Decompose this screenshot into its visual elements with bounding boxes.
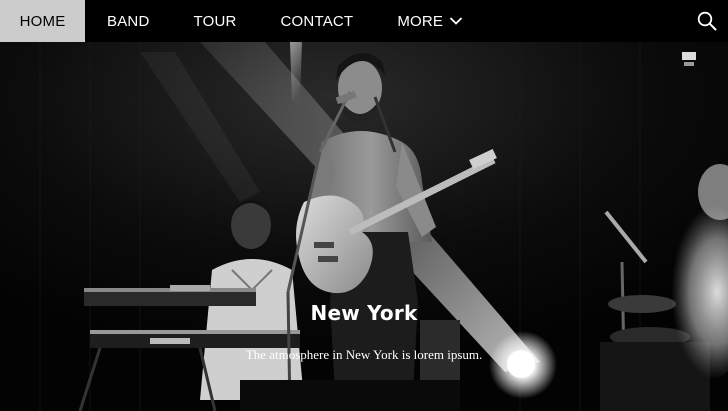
nav-band[interactable]: BAND (85, 0, 171, 42)
nav-more-dropdown[interactable]: MORE (375, 0, 485, 42)
chevron-down-icon (449, 17, 463, 25)
hero-caption: The atmosphere in New York is lorem ipsu… (245, 347, 483, 362)
hero-image: New York The atmosphere in New York is l… (0, 42, 728, 411)
nav-home[interactable]: HOME (0, 0, 85, 42)
hero-title: New York (310, 301, 418, 325)
nav-tour[interactable]: TOUR (171, 0, 258, 42)
search-button[interactable] (686, 0, 728, 42)
search-icon (697, 11, 717, 31)
nav-more-label: MORE (397, 12, 444, 30)
top-navigation-bar: HOME BAND TOUR CONTACT MORE (0, 0, 728, 42)
nav-contact[interactable]: CONTACT (259, 0, 376, 42)
